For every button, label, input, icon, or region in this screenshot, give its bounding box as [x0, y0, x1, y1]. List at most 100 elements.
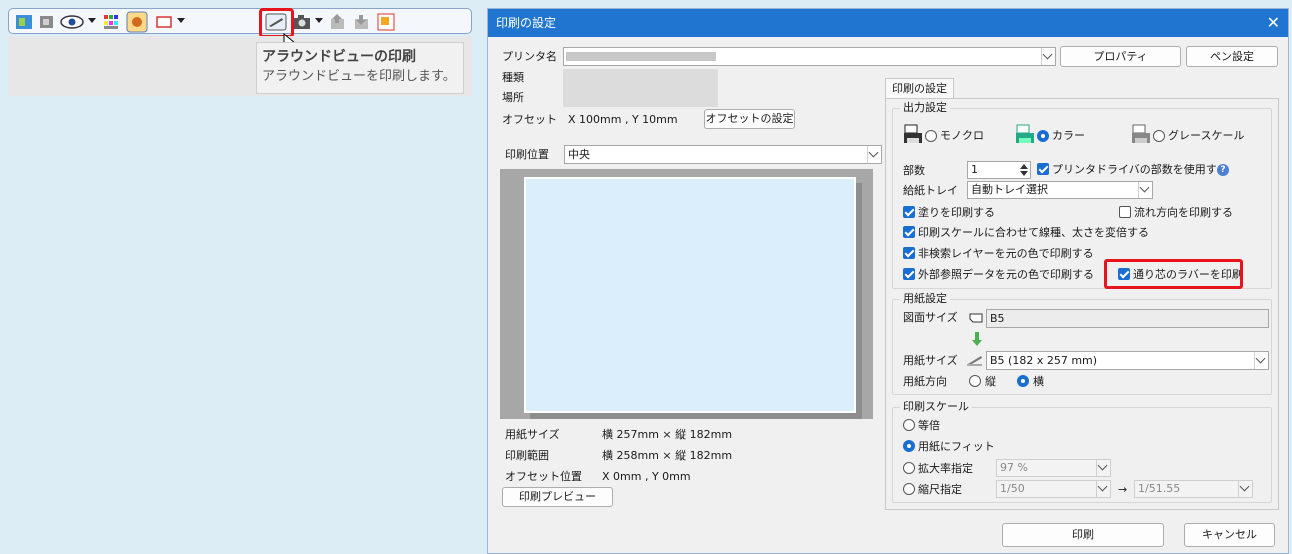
scale-dropdown [1096, 481, 1110, 497]
print-preview-area [500, 169, 873, 419]
grayscale-label: グレースケール [1168, 129, 1245, 142]
drawing-size-field: B5 [986, 309, 1269, 328]
print-position-dropdown [867, 146, 881, 163]
orientation-label: 用紙方向 [903, 375, 947, 388]
equal-scale-label: 等倍 [918, 419, 940, 432]
help-icon[interactable]: ? [1217, 164, 1229, 176]
eye-icon[interactable] [59, 13, 85, 31]
grayscale-radio[interactable] [1153, 130, 1165, 142]
fit-paper-label: 用紙にフィット [918, 440, 995, 453]
printer-type-label: 種類 [502, 71, 524, 84]
paper-size-value: B5 (182 x 257 mm) [990, 354, 1098, 367]
xref-checkbox[interactable] [903, 268, 915, 280]
offset-label: オフセット [502, 113, 557, 126]
pen-settings-button[interactable]: ペン設定 [1186, 46, 1278, 67]
chevron-down-icon [1139, 182, 1150, 193]
eye-dropdown-icon[interactable] [88, 18, 96, 23]
palette-icon[interactable] [102, 13, 120, 31]
mono-label: モノクロ [940, 129, 984, 142]
fit-paper-radio[interactable] [903, 440, 915, 452]
print-preview-button[interactable]: 印刷プレビュー [502, 487, 613, 507]
zoom-label: 拡大率指定 [918, 462, 973, 475]
paper-size-dropdown [1254, 352, 1268, 369]
tray-value: 自動トレイ選択 [971, 183, 1048, 196]
orbit-icon[interactable] [126, 11, 148, 33]
fill-checkbox[interactable] [903, 206, 915, 218]
printer-name-redacted [566, 52, 716, 61]
spinner-icon[interactable] [1019, 163, 1029, 177]
chevron-down-icon [1097, 481, 1108, 492]
grayscale-printer-icon [1132, 124, 1150, 143]
paper-size-select[interactable]: B5 (182 x 257 mm) [986, 351, 1269, 370]
print-position-select[interactable]: 中央 [564, 145, 882, 164]
camera-icon[interactable] [293, 13, 311, 31]
landscape-radio[interactable] [1017, 375, 1029, 387]
color-radio[interactable] [1037, 130, 1049, 142]
chevron-down-icon [868, 147, 879, 157]
frame-icon[interactable] [155, 13, 173, 31]
properties-button[interactable]: プロパティ [1060, 46, 1181, 67]
toolbar [8, 8, 472, 34]
camera-dropdown-icon[interactable] [315, 18, 323, 23]
chevron-down-icon [1097, 460, 1108, 471]
print-position-value: 中央 [568, 148, 590, 161]
gridline-highlight-box [1104, 259, 1243, 289]
mono-printer-icon [904, 124, 922, 143]
print-button[interactable]: 印刷 [1002, 523, 1164, 547]
copies-label: 部数 [903, 164, 925, 177]
drawing-size-label: 図面サイズ [903, 311, 958, 324]
scale-line-checkbox[interactable] [903, 226, 915, 238]
non-search-label: 非検索レイヤーを元の色で印刷する [918, 247, 1094, 260]
color-printer-icon [1016, 124, 1034, 143]
import-icon[interactable] [353, 13, 371, 31]
scale-line-label: 印刷スケールに合わせて線種、太さを変倍する [918, 226, 1149, 239]
printer-name-dropdown [1041, 48, 1055, 65]
portrait-radio[interactable] [969, 375, 981, 387]
dialog-title: 印刷の設定 [496, 16, 557, 30]
window-icon[interactable] [377, 13, 395, 31]
scale-result-value: 1/51.55 [1138, 482, 1181, 495]
chevron-down-icon [1042, 49, 1053, 59]
scale-radio[interactable] [903, 483, 915, 495]
printer-small-icon [967, 356, 982, 366]
frame-dropdown-icon[interactable] [177, 18, 185, 23]
offset-position-label: オフセット位置 [505, 470, 582, 483]
scale-select[interactable]: 1/50 [996, 480, 1111, 498]
printer-name-select[interactable] [563, 47, 1056, 66]
copies-input[interactable]: 1 [967, 161, 1031, 179]
scale-value: 1/50 [1000, 482, 1025, 495]
scale-result-select[interactable]: 1/51.55 [1134, 480, 1253, 498]
layer-icon[interactable] [38, 13, 56, 31]
use-driver-copies-checkbox[interactable] [1037, 163, 1049, 175]
tab-print-settings[interactable]: 印刷の設定 [885, 78, 954, 99]
landscape-label: 横 [1033, 375, 1044, 388]
scale-arrow: → [1118, 483, 1128, 496]
cancel-button[interactable]: キャンセル [1184, 523, 1275, 547]
xref-label: 外部参照データを元の色で印刷する [918, 268, 1094, 281]
chevron-down-icon [1239, 481, 1250, 492]
offset-settings-button[interactable]: オフセットの設定 [704, 109, 795, 129]
preview-paper [524, 177, 856, 413]
zoom-value: 97 % [1000, 461, 1028, 474]
close-icon[interactable]: ✕ [1267, 9, 1280, 37]
flow-checkbox[interactable] [1119, 206, 1131, 218]
zoom-dropdown [1096, 460, 1110, 476]
paper-size-info-value: 横 257mm × 縦 182mm [602, 428, 733, 441]
output-settings-title: 出力設定 [900, 101, 950, 115]
flow-label: 流れ方向を印刷する [1134, 206, 1233, 219]
portrait-label: 縦 [985, 375, 996, 388]
print-range-label: 印刷範囲 [505, 449, 549, 462]
non-search-checkbox[interactable] [903, 247, 915, 259]
export-icon[interactable] [329, 13, 347, 31]
tray-select[interactable]: 自動トレイ選択 [967, 181, 1153, 199]
tray-dropdown [1138, 182, 1152, 198]
arrow-down-icon [972, 332, 982, 346]
zoom-radio[interactable] [903, 462, 915, 474]
zoom-select[interactable]: 97 % [996, 459, 1111, 477]
view-icon[interactable] [15, 13, 33, 31]
color-label: カラー [1052, 129, 1085, 142]
tray-label: 給紙トレイ [903, 184, 958, 197]
equal-scale-radio[interactable] [903, 419, 915, 431]
sheet-icon [969, 313, 983, 323]
mono-radio[interactable] [925, 130, 937, 142]
